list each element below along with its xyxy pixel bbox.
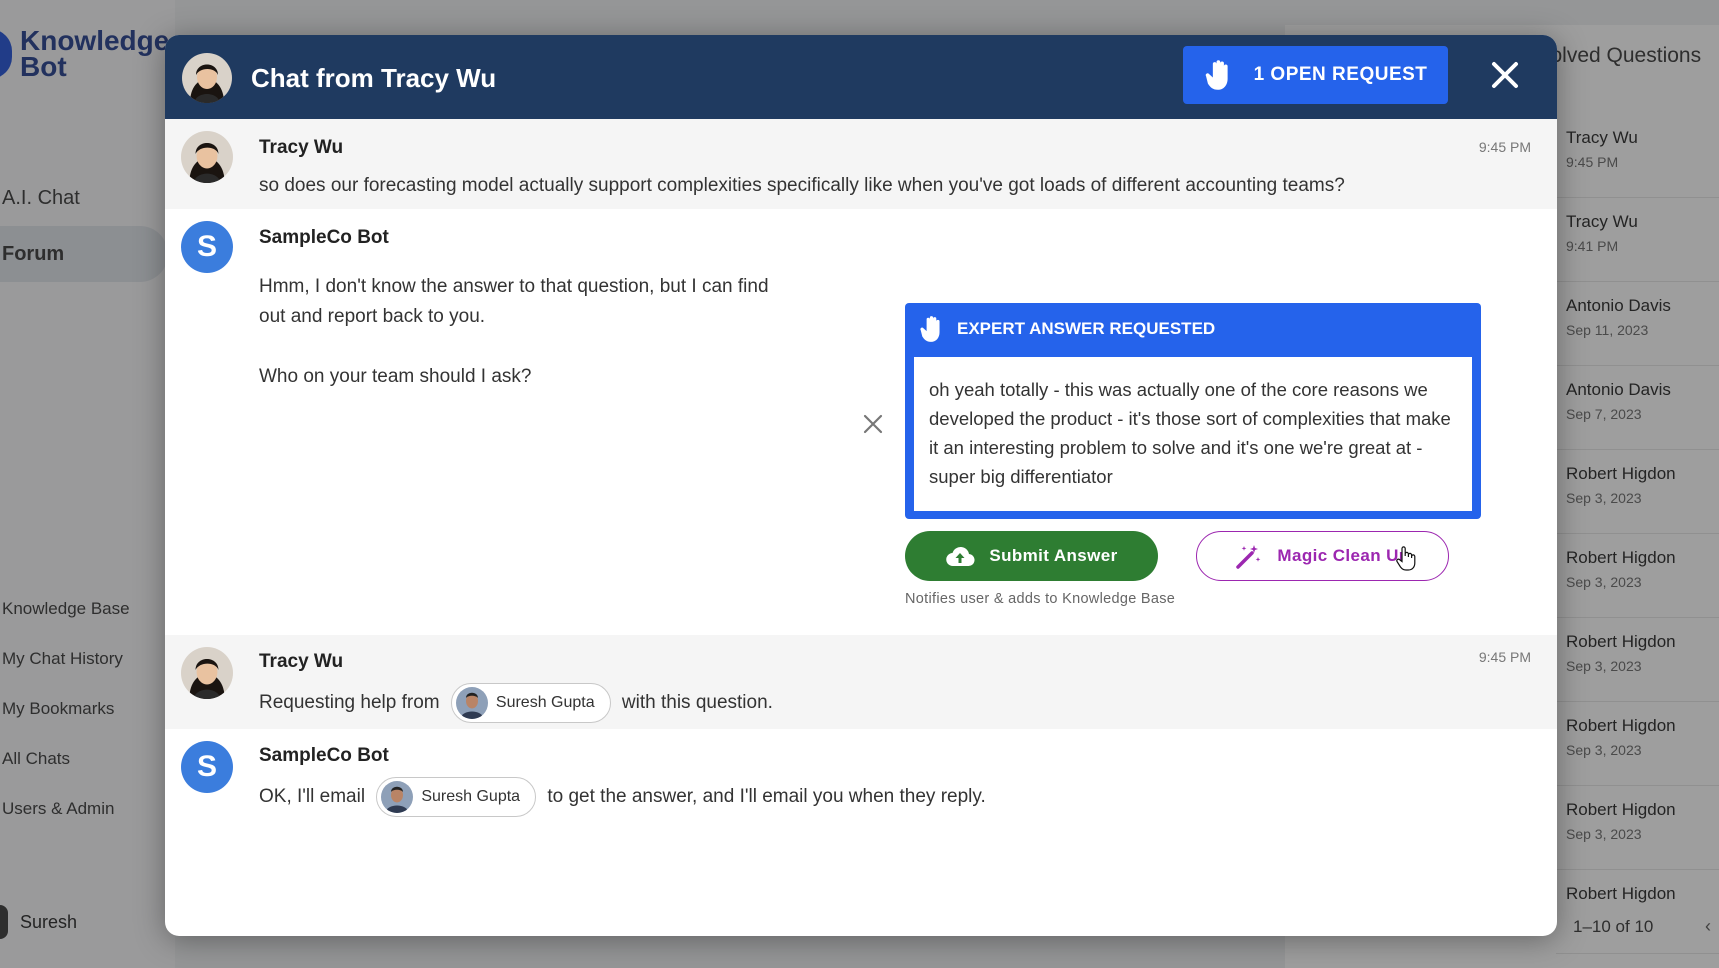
sender-name: SampleCo Bot <box>259 745 389 766</box>
close-icon <box>863 414 883 434</box>
submit-answer-button[interactable]: Submit Answer <box>905 531 1158 581</box>
sender-name: Tracy Wu <box>259 651 344 672</box>
message-time: 9:45 PM <box>1478 649 1531 665</box>
user-chip-suresh-gupta[interactable]: Suresh Gupta <box>450 683 611 723</box>
message-text: Requesting help from Suresh Gupta with t… <box>259 683 773 723</box>
message-tracy-question: Tracy Wu 9:45 PM so does our forecasting… <box>165 119 1557 209</box>
chip-name: Suresh Gupta <box>495 694 595 711</box>
expert-panel-header: EXPERT ANSWER REQUESTED <box>919 315 1215 343</box>
suresh-avatar <box>381 781 414 813</box>
expert-answer-input[interactable]: oh yeah totally - this was actually one … <box>914 357 1472 511</box>
magic-wand-icon <box>1236 545 1261 569</box>
submit-notice: Notifies user & adds to Knowledge Base <box>905 591 1176 607</box>
message-bot-reply: S SampleCo Bot Hmm, I don't know the ans… <box>165 209 1557 635</box>
open-request-button[interactable]: 1 OPEN REQUEST <box>1183 46 1448 104</box>
close-icon <box>1492 62 1518 88</box>
tracy-avatar <box>181 647 233 699</box>
magic-clean-up-label: Magic Clean Up <box>1277 546 1410 565</box>
submit-answer-label: Submit Answer <box>989 546 1118 565</box>
expert-heading: EXPERT ANSWER REQUESTED <box>957 319 1216 338</box>
pointer-cursor-icon <box>1396 546 1416 571</box>
tracy-avatar <box>181 131 233 183</box>
bot-avatar: S <box>181 221 233 273</box>
modal-header: Chat from Tracy Wu 1 OPEN REQUEST <box>165 35 1557 119</box>
tracy-avatar <box>182 53 232 103</box>
message-bot-email: S SampleCo Bot OK, I'll email Suresh Gup… <box>165 729 1557 829</box>
message-time: 9:45 PM <box>1478 139 1531 155</box>
user-chip-suresh-gupta[interactable]: Suresh Gupta <box>376 777 537 817</box>
open-request-label: 1 OPEN REQUEST <box>1253 64 1428 85</box>
cloud-upload-icon <box>946 546 975 567</box>
message-tracy-request: Tracy Wu 9:45 PM Requesting help from Su… <box>165 635 1557 729</box>
suresh-avatar <box>455 687 488 719</box>
expert-answer-panel: EXPERT ANSWER REQUESTED oh yeah totally … <box>905 303 1481 519</box>
raised-hand-icon <box>1205 60 1228 90</box>
chat-modal: Chat from Tracy Wu 1 OPEN REQUEST Tracy … <box>165 35 1557 936</box>
message-text: Hmm, I don't know the answer to that que… <box>259 276 769 387</box>
modal-title: Chat from Tracy Wu <box>251 63 497 93</box>
close-modal-button[interactable] <box>1485 55 1525 95</box>
raised-hand-icon <box>920 316 940 342</box>
sender-name: Tracy Wu <box>259 137 344 158</box>
chip-name: Suresh Gupta <box>421 788 521 805</box>
sender-name: SampleCo Bot <box>259 227 389 248</box>
message-text: so does our forecasting model actually s… <box>259 175 1345 196</box>
bot-avatar: S <box>181 741 233 793</box>
dismiss-button[interactable] <box>860 411 886 437</box>
message-text: OK, I'll email Suresh Gupta to get the a… <box>259 777 986 817</box>
